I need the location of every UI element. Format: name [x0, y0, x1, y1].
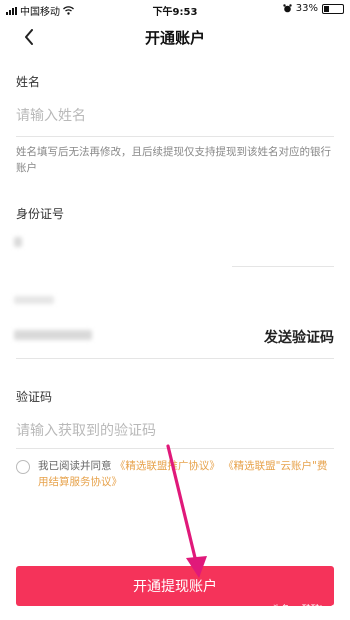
status-bar: 中国移动 下午9:53 33%: [0, 0, 350, 18]
phone-input-redacted[interactable]: [14, 330, 92, 340]
open-account-button-label: 开通提现账户: [133, 579, 217, 595]
status-right: 33%: [283, 3, 344, 14]
code-divider: [16, 448, 334, 449]
agree-radio[interactable]: [16, 460, 30, 474]
battery-fill: [324, 5, 329, 12]
nav-bar: 开通账户: [0, 18, 350, 56]
watermark: 头条 @酷酷baby: [271, 605, 342, 615]
phone-label-redacted: [14, 296, 54, 304]
page-title: 开通账户: [144, 29, 205, 47]
code-label: 验证码: [16, 390, 53, 404]
name-divider: [16, 136, 334, 137]
name-label: 姓名: [16, 75, 41, 89]
send-code-button[interactable]: 发送验证码: [264, 327, 334, 347]
open-account-button[interactable]: 开通提现账户: [16, 566, 334, 606]
agreement-link-promotion[interactable]: 《精选联盟推广协议》: [115, 460, 220, 472]
id-number-label: 身份证号: [16, 207, 65, 221]
id-number-value-redacted[interactable]: [14, 237, 22, 247]
agreement-text: 我已阅读并同意 《精选联盟推广协议》 《精选联盟"云账户"费用结算服务协议》: [38, 458, 333, 490]
battery-icon: [322, 3, 344, 14]
agreement-prefix: 我已阅读并同意: [38, 460, 112, 472]
annotation-arrow-icon: [166, 444, 207, 578]
phone-divider: [16, 358, 334, 359]
code-input[interactable]: 请输入获取到的验证码: [16, 420, 156, 440]
battery-percent: 33%: [295, 3, 318, 14]
name-hint: 姓名填写后无法再修改，且后续提现仅支持提现到该姓名对应的银行账户: [16, 146, 331, 174]
name-input[interactable]: 请输入姓名: [16, 105, 86, 125]
alarm-icon: [283, 4, 292, 13]
id-number-divider: [232, 266, 334, 267]
